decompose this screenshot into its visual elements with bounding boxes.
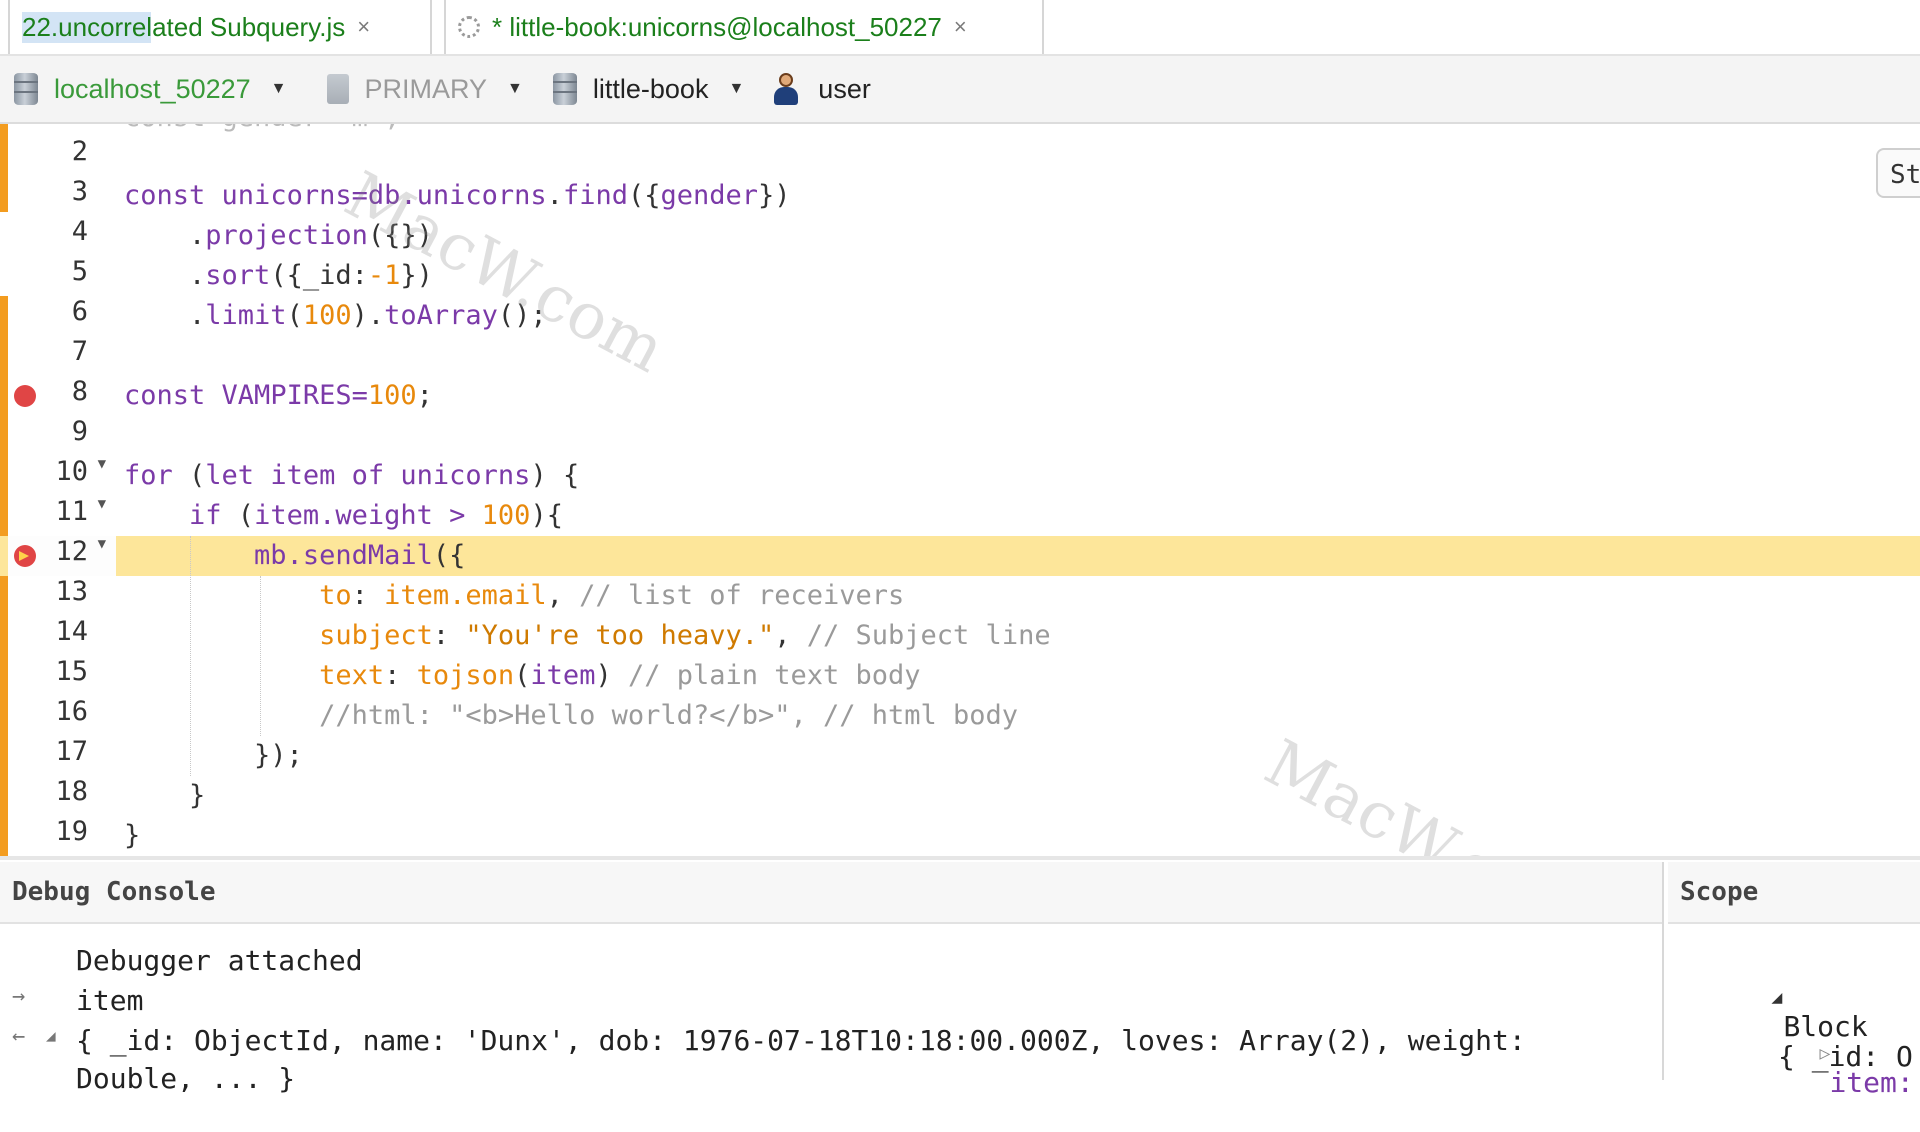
connection-selector[interactable]: localhost_50227 ▼: [14, 73, 287, 105]
editor-tab-bar: 22.uncorrelated Subquery.js × * little-b…: [0, 0, 1920, 56]
line-number: 8: [71, 376, 88, 407]
line-number: 18: [55, 776, 88, 807]
loading-spinner-icon: [458, 16, 480, 38]
code-editor[interactable]: const gender="m"; const unicorns=db.unic…: [0, 124, 1920, 856]
code-line: .projection({}): [124, 220, 433, 251]
line-number-cell[interactable]: 19: [8, 816, 116, 856]
database-name: little-book: [592, 73, 709, 104]
input-arrow-icon: →: [12, 984, 26, 1009]
code-line: to: item.email, // list of receivers: [124, 580, 905, 611]
output-arrow-icon: ←: [12, 1024, 26, 1049]
tab-title: * little-book:unicorns@localhost_50227: [492, 11, 942, 42]
code-line: });: [124, 740, 303, 771]
line-number-cell[interactable]: 12 ▼: [8, 536, 116, 576]
line-number: 4: [71, 216, 88, 247]
fold-arrow-icon[interactable]: ▼: [98, 496, 106, 512]
line-number-cell[interactable]: 6: [8, 296, 116, 336]
breakpoint-icon[interactable]: [14, 385, 36, 407]
connection-name: localhost_50227: [54, 73, 251, 104]
chevron-down-icon: ▼: [507, 80, 523, 97]
current-breakpoint-icon[interactable]: [14, 545, 36, 567]
line-number-cell[interactable]: 11 ▼: [8, 496, 116, 536]
line-number-cell[interactable]: 14: [8, 616, 116, 656]
database-selector[interactable]: little-book ▼: [552, 73, 745, 105]
line-number: 15: [55, 656, 88, 687]
scope-panel: Scope ◢ Block ▷ item: { _id: O: [1668, 862, 1920, 1099]
scope-title: Scope: [1668, 862, 1920, 924]
line-number-cell[interactable]: 7: [8, 336, 116, 376]
user-selector[interactable]: user: [772, 73, 871, 105]
close-icon[interactable]: ×: [954, 14, 967, 40]
line-number: 11: [55, 496, 88, 527]
tab-uncorrelated-subquery[interactable]: 22.uncorrelated Subquery.js ×: [8, 0, 432, 54]
line-number: 2: [71, 136, 88, 167]
code-line: subject: "You're too heavy.", // Subject…: [124, 620, 1051, 651]
line-number-cell[interactable]: 2: [8, 136, 116, 176]
line-number: 10: [55, 456, 88, 487]
line-number-cell[interactable]: 5: [8, 256, 116, 296]
line-number-cell[interactable]: 3: [8, 176, 116, 216]
line-number-cell[interactable]: 13: [8, 576, 116, 616]
tab-title: 22.uncorrelated Subquery.js: [22, 11, 346, 43]
line-number: 14: [55, 616, 88, 647]
scope-item-value: { _id: O: [1778, 1040, 1913, 1073]
line-number-cell[interactable]: 4: [8, 216, 116, 256]
database-icon: [14, 73, 38, 105]
code-line: const unicorns=db.unicorns.find({gender}…: [124, 180, 791, 211]
line-number: 6: [71, 296, 88, 327]
console-line: Debugger attached: [76, 944, 363, 977]
code-line: const VAMPIRES=100;: [124, 380, 433, 411]
code-line: text: tojson(item) // plain text body: [124, 660, 921, 691]
side-panel-button[interactable]: St: [1876, 148, 1920, 198]
chevron-down-icon: ▼: [728, 80, 745, 97]
console-object-line[interactable]: { _id: ObjectId, name: 'Dunx', dob: 1976…: [76, 1024, 1526, 1057]
code-line: }: [124, 780, 206, 811]
user-name: user: [818, 73, 871, 104]
line-number-cell[interactable]: 17: [8, 736, 116, 776]
code-line: //html: "<b>Hello world?</b>", // html b…: [124, 700, 1019, 731]
line-number: 12: [55, 536, 88, 567]
code-line: .limit(100).toArray();: [124, 300, 547, 331]
line-number-cell[interactable]: 15: [8, 656, 116, 696]
line-number: 3: [71, 176, 88, 207]
replica-name: PRIMARY: [364, 73, 488, 104]
indent-guide: [190, 536, 191, 776]
tab-little-book-unicorns[interactable]: * little-book:unicorns@localhost_50227 ×: [444, 0, 1044, 54]
code-line: for (let item of unicorns) {: [124, 460, 580, 491]
console-line: item: [76, 984, 144, 1017]
panel-splitter[interactable]: [0, 856, 1920, 860]
line-number: 5: [71, 256, 88, 287]
code-line: }: [124, 820, 141, 851]
fold-arrow-icon[interactable]: ▼: [98, 536, 106, 552]
user-icon: [772, 73, 800, 105]
server-icon: [326, 74, 349, 104]
close-icon[interactable]: ×: [357, 14, 370, 40]
debug-console-panel: Debug Console Debugger attached → item ←…: [0, 862, 1664, 1095]
line-number-cell[interactable]: 18: [8, 776, 116, 816]
line-number-cell[interactable]: 10 ▼: [8, 456, 116, 496]
line-number: 7: [71, 336, 88, 367]
current-execution-line: mb.sendMail({: [0, 536, 1920, 576]
connection-toolbar: localhost_50227 ▼ PRIMARY ▼ little-book …: [0, 56, 1920, 124]
line-number-cell[interactable]: 9: [8, 416, 116, 456]
line-number: 19: [55, 816, 88, 847]
fold-arrow-icon[interactable]: ▼: [98, 456, 106, 472]
line-number-cell[interactable]: 8: [8, 376, 116, 416]
line-number: 13: [55, 576, 88, 607]
line-number-cell[interactable]: 16: [8, 696, 116, 736]
line-number: 17: [55, 736, 88, 767]
line-number: 16: [55, 696, 88, 727]
chevron-down-icon: ▼: [270, 80, 287, 97]
replica-selector[interactable]: PRIMARY ▼: [326, 73, 523, 105]
console-object-line: Double, ... }: [76, 1062, 296, 1095]
code-line: .sort({_id:-1}): [124, 260, 433, 291]
code-line: if (item.weight > 100){: [124, 500, 563, 531]
indent-guide: [260, 576, 261, 736]
debug-console-title: Debug Console: [0, 862, 1662, 924]
line-number: 9: [71, 416, 88, 447]
database-icon: [552, 73, 577, 105]
expand-triangle-icon[interactable]: ◢: [46, 1026, 56, 1045]
